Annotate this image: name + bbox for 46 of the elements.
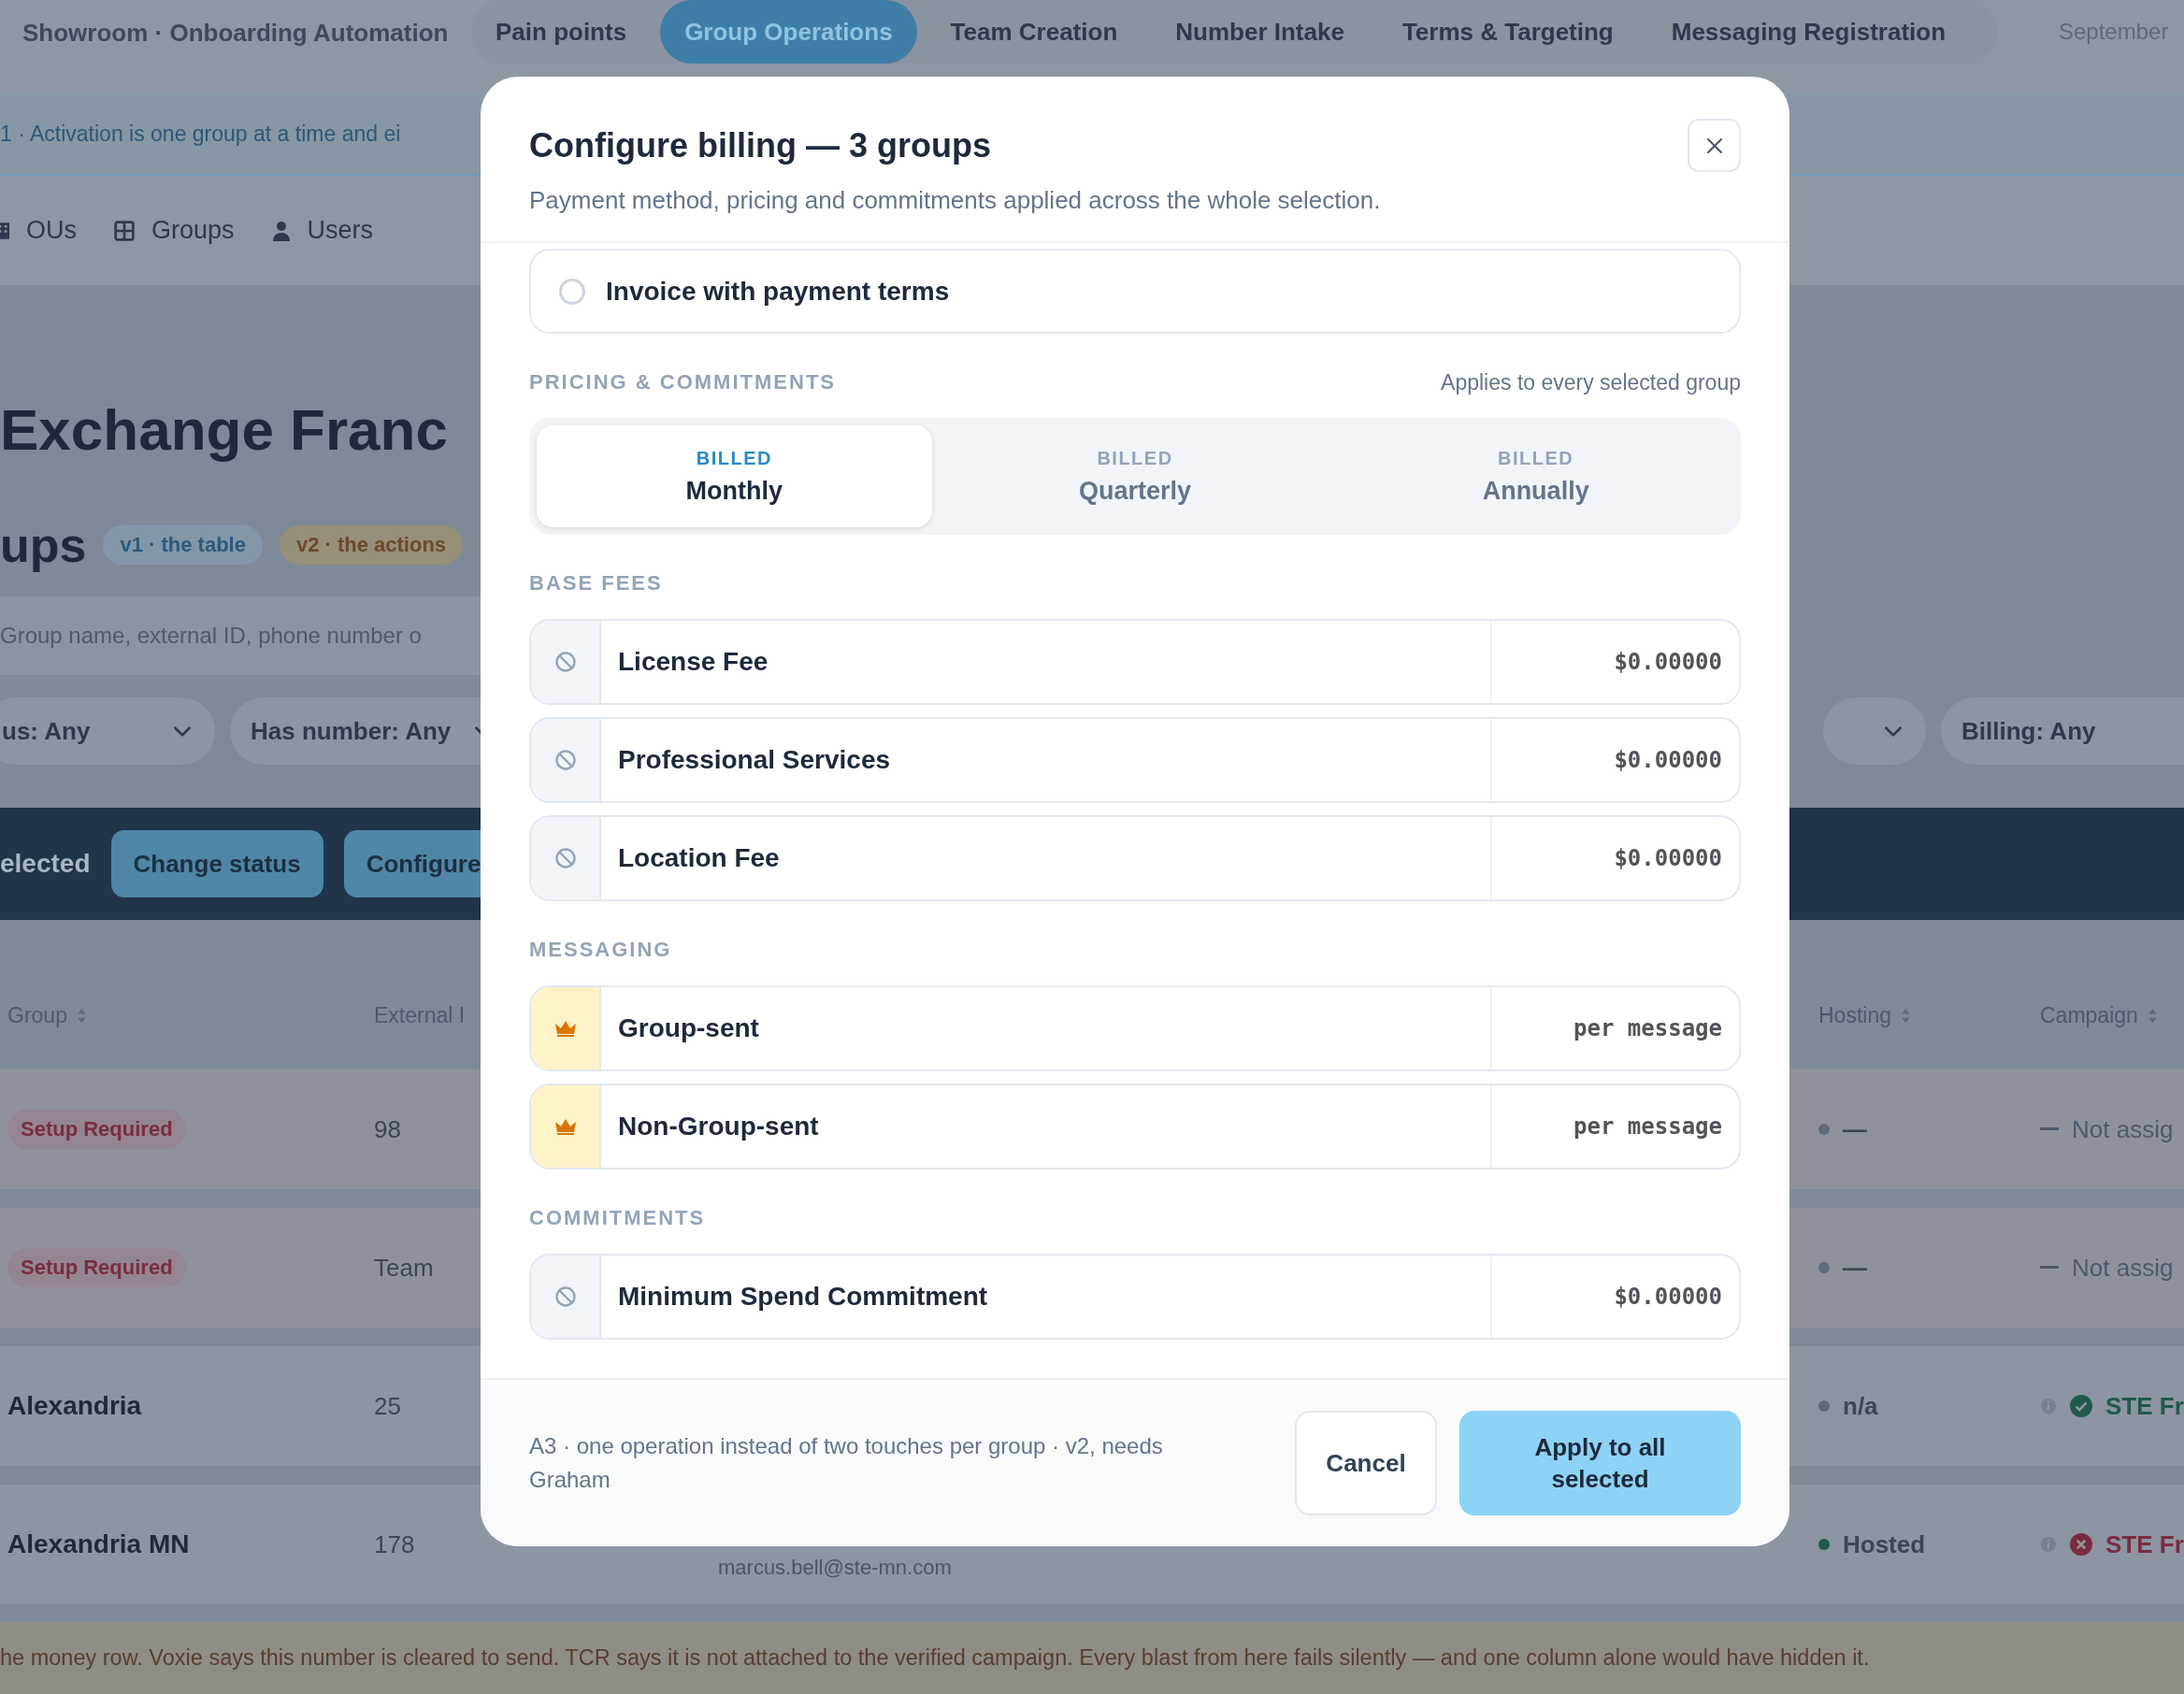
table-cell: — <box>1843 1253 1867 1283</box>
fee-value: $0.00000 <box>1490 719 1739 801</box>
status-badge: Setup Required <box>7 1248 186 1287</box>
table-cell: STE Fr <box>2105 1529 2184 1559</box>
version-tag: v1 · the table <box>103 525 263 565</box>
note-text: he money row. Voxie says this number is cleared to send. TCR says it is not attached to the verified campaign. Every blast from here fails silently — and one column alone would have hidden it. <box>0 1645 1870 1671</box>
dialog-subtitle: Payment method, pricing and commitments applied across the whole selection. <box>529 186 1381 215</box>
fee-label: Location Fee <box>617 842 781 874</box>
table-cell: Hosted <box>1843 1529 1926 1559</box>
section-heading: MESSAGING <box>529 938 672 962</box>
fee-label: Minimum Spend Commitment <box>617 1281 989 1313</box>
dialog-note: A3 · one operation instead of two touches per group · v2, needs Graham <box>529 1432 1164 1494</box>
contact-email: marcus.bell@ste-mn.com <box>718 1556 953 1581</box>
app-title: Showroom · Onboarding Automation <box>22 18 450 48</box>
fee-value: per message <box>1490 1085 1739 1168</box>
fee-label: Group-sent <box>617 1012 760 1044</box>
table-cell: Not assig <box>2072 1114 2174 1144</box>
section-title: ups <box>0 517 87 573</box>
status-badge: Setup Required <box>7 1110 186 1149</box>
section-note: Applies to every selected group <box>1441 369 1741 395</box>
version-tag: v2 · the actions <box>279 525 464 565</box>
table-cell: 178 <box>374 1529 415 1559</box>
table-cell: n/a <box>1843 1391 1878 1421</box>
section-heading: COMMITMENTS <box>529 1206 706 1230</box>
banner-text: 1 · Activation is one group at a time and ei <box>0 121 401 147</box>
section-heading: BASE FEES <box>529 571 663 596</box>
table-cell: Team <box>374 1253 434 1283</box>
table-cell: Not assig <box>2072 1253 2174 1283</box>
table-cell: 98 <box>374 1114 401 1144</box>
fee-value: $0.00000 <box>1490 817 1739 899</box>
fee-label: Non-Group-sent <box>617 1111 820 1142</box>
option-label: Invoice with payment terms <box>606 276 950 307</box>
fee-value: $0.00000 <box>1490 621 1739 703</box>
table-cell: 25 <box>374 1391 401 1421</box>
dialog-title: Configure billing — 3 groups <box>529 126 992 165</box>
fee-label: Professional Services <box>617 744 892 776</box>
table-cell: STE Fr <box>2105 1391 2184 1421</box>
selection-count: elected <box>0 849 91 879</box>
page-title: Exchange Franc <box>0 396 448 464</box>
section-heading: PRICING & COMMITMENTS <box>529 370 836 395</box>
group-name: Alexandria MN <box>7 1529 190 1559</box>
fee-label: License Fee <box>617 646 769 678</box>
table-cell: — <box>1843 1114 1867 1144</box>
fee-value: $0.00000 <box>1490 1256 1739 1338</box>
group-name: Alexandria <box>7 1391 142 1421</box>
fee-value: per message <box>1490 987 1739 1070</box>
